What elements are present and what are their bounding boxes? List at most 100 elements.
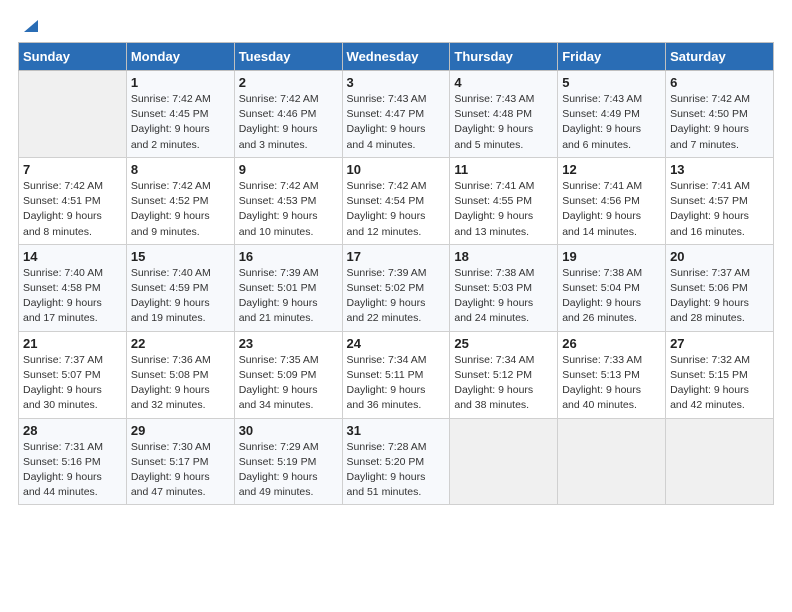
day-info: Sunrise: 7:32 AMSunset: 5:15 PMDaylight:… [670, 353, 769, 414]
day-info: Sunrise: 7:39 AMSunset: 5:02 PMDaylight:… [347, 266, 446, 327]
column-header-sunday: Sunday [19, 43, 127, 71]
day-info: Sunrise: 7:33 AMSunset: 5:13 PMDaylight:… [562, 353, 661, 414]
calendar-cell: 28 Sunrise: 7:31 AMSunset: 5:16 PMDayligh… [19, 418, 127, 505]
calendar-cell: 29Sunrise: 7:30 AMSunset: 5:17 PMDayligh… [126, 418, 234, 505]
day-info: Sunrise: 7:42 AMSunset: 4:54 PMDaylight:… [347, 179, 446, 240]
calendar-body: 1 Sunrise: 7:42 AMSunset: 4:45 PMDaylight… [19, 71, 774, 505]
week-row-1: 1 Sunrise: 7:42 AMSunset: 4:45 PMDaylight… [19, 71, 774, 158]
day-number: 14 [23, 249, 122, 264]
calendar-cell: 5 Sunrise: 7:43 AMSunset: 4:49 PMDaylight… [558, 71, 666, 158]
day-number: 16 [239, 249, 338, 264]
day-info: Sunrise: 7:41 AMSunset: 4:56 PMDaylight:… [562, 179, 661, 240]
calendar-table: SundayMondayTuesdayWednesdayThursdayFrid… [18, 42, 774, 505]
day-info: Sunrise: 7:42 AMSunset: 4:45 PMDaylight:… [131, 92, 230, 153]
day-info: Sunrise: 7:38 AMSunset: 5:03 PMDaylight:… [454, 266, 553, 327]
day-number: 1 [131, 75, 230, 90]
column-header-monday: Monday [126, 43, 234, 71]
calendar-cell: 26 Sunrise: 7:33 AMSunset: 5:13 PMDayligh… [558, 331, 666, 418]
calendar-cell [666, 418, 774, 505]
day-number: 23 [239, 336, 338, 351]
logo-icon [20, 14, 42, 36]
column-header-wednesday: Wednesday [342, 43, 450, 71]
day-number: 6 [670, 75, 769, 90]
day-number: 4 [454, 75, 553, 90]
calendar-cell: 27 Sunrise: 7:32 AMSunset: 5:15 PMDayligh… [666, 331, 774, 418]
calendar-cell: 10 Sunrise: 7:42 AMSunset: 4:54 PMDayligh… [342, 157, 450, 244]
day-info: Sunrise: 7:43 AMSunset: 4:49 PMDaylight:… [562, 92, 661, 153]
calendar-cell: 7 Sunrise: 7:42 AMSunset: 4:51 PMDaylight… [19, 157, 127, 244]
calendar-cell: 17 Sunrise: 7:39 AMSunset: 5:02 PMDayligh… [342, 244, 450, 331]
calendar-cell [450, 418, 558, 505]
day-info: Sunrise: 7:42 AMSunset: 4:51 PMDaylight:… [23, 179, 122, 240]
calendar-cell: 14 Sunrise: 7:40 AMSunset: 4:58 PMDayligh… [19, 244, 127, 331]
calendar-cell: 16Sunrise: 7:39 AMSunset: 5:01 PMDayligh… [234, 244, 342, 331]
day-info: Sunrise: 7:30 AMSunset: 5:17 PMDaylight:… [131, 440, 230, 501]
calendar-cell: 23 Sunrise: 7:35 AMSunset: 5:09 PMDayligh… [234, 331, 342, 418]
day-info: Sunrise: 7:31 AMSunset: 5:16 PMDaylight:… [23, 440, 122, 501]
day-info: Sunrise: 7:40 AMSunset: 4:58 PMDaylight:… [23, 266, 122, 327]
day-number: 13 [670, 162, 769, 177]
day-info: Sunrise: 7:40 AMSunset: 4:59 PMDaylight:… [131, 266, 230, 327]
page: SundayMondayTuesdayWednesdayThursdayFrid… [0, 0, 792, 612]
calendar-cell: 11Sunrise: 7:41 AMSunset: 4:55 PMDayligh… [450, 157, 558, 244]
day-info: Sunrise: 7:42 AMSunset: 4:50 PMDaylight:… [670, 92, 769, 153]
week-row-5: 28 Sunrise: 7:31 AMSunset: 5:16 PMDayligh… [19, 418, 774, 505]
day-number: 28 [23, 423, 122, 438]
day-number: 24 [347, 336, 446, 351]
calendar-cell: 24 Sunrise: 7:34 AMSunset: 5:11 PMDayligh… [342, 331, 450, 418]
calendar-cell: 19 Sunrise: 7:38 AMSunset: 5:04 PMDayligh… [558, 244, 666, 331]
calendar-cell: 9 Sunrise: 7:42 AMSunset: 4:53 PMDaylight… [234, 157, 342, 244]
day-number: 26 [562, 336, 661, 351]
day-number: 27 [670, 336, 769, 351]
calendar-cell: 6 Sunrise: 7:42 AMSunset: 4:50 PMDaylight… [666, 71, 774, 158]
day-number: 5 [562, 75, 661, 90]
column-header-tuesday: Tuesday [234, 43, 342, 71]
day-number: 17 [347, 249, 446, 264]
calendar-cell: 12 Sunrise: 7:41 AMSunset: 4:56 PMDayligh… [558, 157, 666, 244]
day-info: Sunrise: 7:38 AMSunset: 5:04 PMDaylight:… [562, 266, 661, 327]
logo [18, 16, 42, 32]
calendar-cell: 22Sunrise: 7:36 AMSunset: 5:08 PMDayligh… [126, 331, 234, 418]
day-info: Sunrise: 7:28 AMSunset: 5:20 PMDaylight:… [347, 440, 446, 501]
day-number: 25 [454, 336, 553, 351]
calendar-cell: 2Sunrise: 7:42 AMSunset: 4:46 PMDaylight… [234, 71, 342, 158]
calendar-cell: 18 Sunrise: 7:38 AMSunset: 5:03 PMDayligh… [450, 244, 558, 331]
calendar-cell: 30 Sunrise: 7:29 AMSunset: 5:19 PMDayligh… [234, 418, 342, 505]
day-number: 30 [239, 423, 338, 438]
day-number: 9 [239, 162, 338, 177]
day-info: Sunrise: 7:34 AMSunset: 5:11 PMDaylight:… [347, 353, 446, 414]
calendar-cell: 20Sunrise: 7:37 AMSunset: 5:06 PMDayligh… [666, 244, 774, 331]
day-info: Sunrise: 7:43 AMSunset: 4:47 PMDaylight:… [347, 92, 446, 153]
week-row-3: 14 Sunrise: 7:40 AMSunset: 4:58 PMDayligh… [19, 244, 774, 331]
week-row-2: 7 Sunrise: 7:42 AMSunset: 4:51 PMDaylight… [19, 157, 774, 244]
column-header-thursday: Thursday [450, 43, 558, 71]
day-number: 7 [23, 162, 122, 177]
day-number: 20 [670, 249, 769, 264]
day-number: 2 [239, 75, 338, 90]
header [18, 16, 774, 32]
day-number: 19 [562, 249, 661, 264]
day-info: Sunrise: 7:42 AMSunset: 4:52 PMDaylight:… [131, 179, 230, 240]
day-number: 10 [347, 162, 446, 177]
day-number: 11 [454, 162, 553, 177]
day-info: Sunrise: 7:42 AMSunset: 4:53 PMDaylight:… [239, 179, 338, 240]
day-info: Sunrise: 7:35 AMSunset: 5:09 PMDaylight:… [239, 353, 338, 414]
calendar-cell [558, 418, 666, 505]
calendar-cell: 15Sunrise: 7:40 AMSunset: 4:59 PMDayligh… [126, 244, 234, 331]
calendar-cell: 8 Sunrise: 7:42 AMSunset: 4:52 PMDaylight… [126, 157, 234, 244]
calendar-cell: 13 Sunrise: 7:41 AMSunset: 4:57 PMDayligh… [666, 157, 774, 244]
day-number: 18 [454, 249, 553, 264]
calendar-cell: 1 Sunrise: 7:42 AMSunset: 4:45 PMDaylight… [126, 71, 234, 158]
calendar-cell: 3Sunrise: 7:43 AMSunset: 4:47 PMDaylight… [342, 71, 450, 158]
day-number: 21 [23, 336, 122, 351]
week-row-4: 21 Sunrise: 7:37 AMSunset: 5:07 PMDayligh… [19, 331, 774, 418]
day-info: Sunrise: 7:41 AMSunset: 4:57 PMDaylight:… [670, 179, 769, 240]
day-number: 12 [562, 162, 661, 177]
column-header-friday: Friday [558, 43, 666, 71]
day-info: Sunrise: 7:29 AMSunset: 5:19 PMDaylight:… [239, 440, 338, 501]
day-info: Sunrise: 7:43 AMSunset: 4:48 PMDaylight:… [454, 92, 553, 153]
day-info: Sunrise: 7:37 AMSunset: 5:07 PMDaylight:… [23, 353, 122, 414]
calendar-cell: 31Sunrise: 7:28 AMSunset: 5:20 PMDayligh… [342, 418, 450, 505]
column-headers-row: SundayMondayTuesdayWednesdayThursdayFrid… [19, 43, 774, 71]
day-number: 8 [131, 162, 230, 177]
